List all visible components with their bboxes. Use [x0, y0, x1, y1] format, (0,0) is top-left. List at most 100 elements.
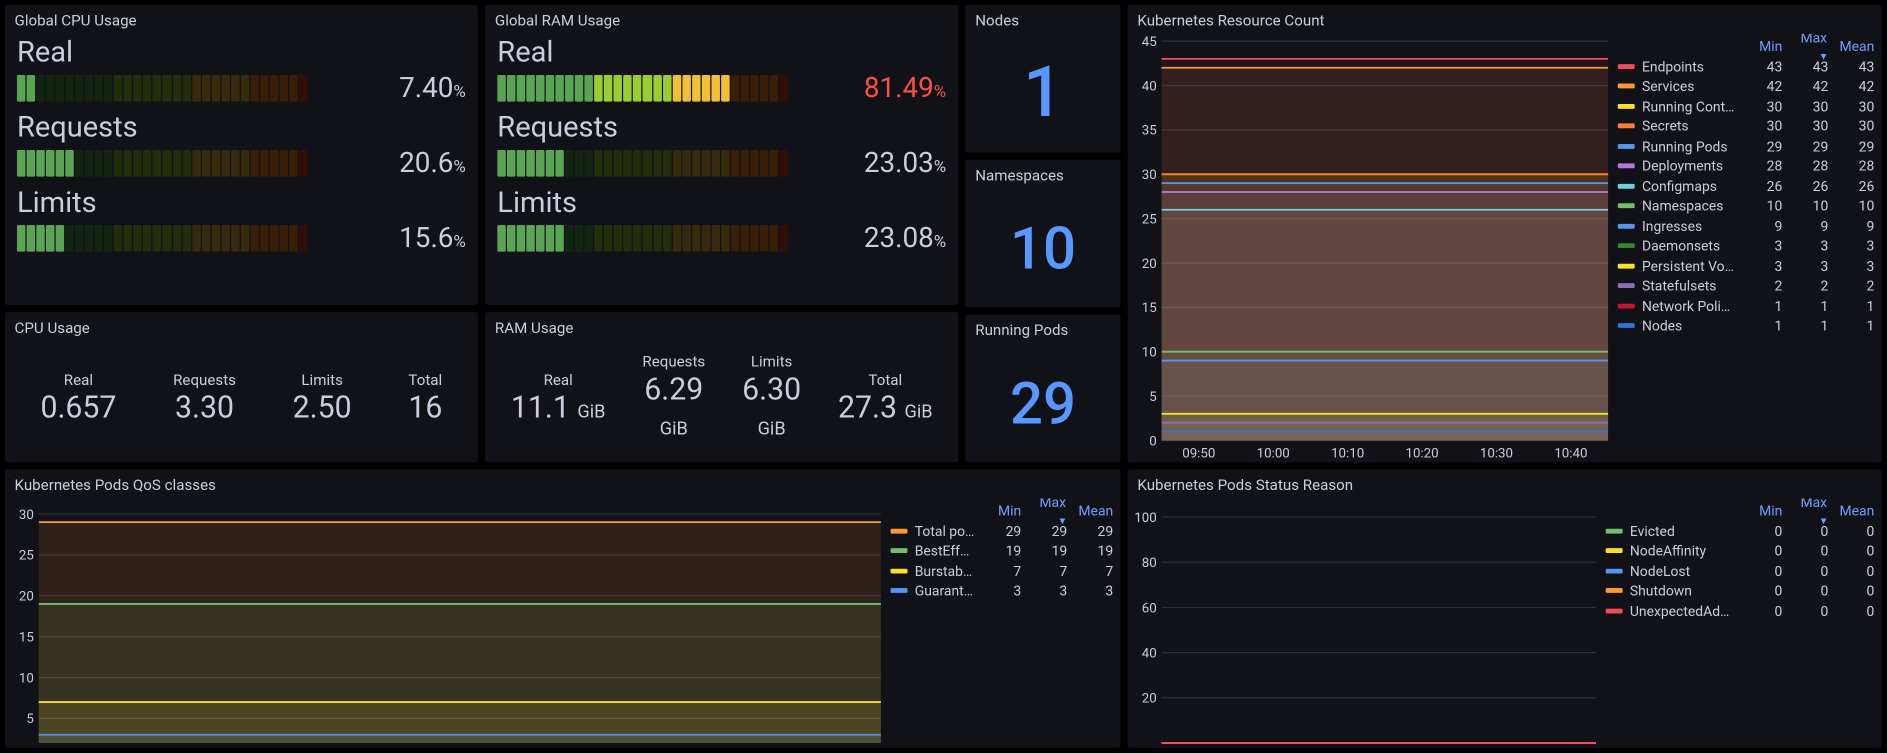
- legend-row[interactable]: Deployments282828: [1618, 156, 1875, 176]
- legend-row[interactable]: Ingresses999: [1618, 216, 1875, 236]
- svg-text:15: 15: [19, 630, 34, 645]
- legend-row[interactable]: Endpoints434343: [1618, 56, 1875, 76]
- panel-title: Nodes: [966, 5, 1121, 34]
- legend-header-cell[interactable]: Mean: [1074, 502, 1113, 519]
- legend-row[interactable]: Guaranteed pods333: [891, 581, 1114, 601]
- legend-row[interactable]: Running Containers303030: [1618, 96, 1875, 116]
- legend-value: 19: [1074, 542, 1113, 559]
- legend-row[interactable]: Namespaces101010: [1618, 196, 1875, 216]
- legend-value: 42: [1790, 78, 1829, 95]
- stat-value: 16: [408, 390, 442, 425]
- dashboard-grid: Global CPU Usage Real7.40%Requests20.6%L…: [0, 0, 1886, 753]
- legend-value: 0: [1744, 582, 1783, 599]
- legend-value: 9: [1836, 217, 1875, 234]
- panel-title: CPU Usage: [5, 312, 478, 341]
- legend-row[interactable]: Burstable pods777: [891, 561, 1114, 581]
- legend-name: Guaranteed pods: [915, 582, 976, 599]
- legend-row[interactable]: NodeAffinity000: [1606, 541, 1875, 561]
- legend-marker: [1618, 303, 1635, 308]
- legend-row[interactable]: Running Pods292929: [1618, 136, 1875, 156]
- legend-row[interactable]: Secrets303030: [1618, 116, 1875, 136]
- legend-row[interactable]: Shutdown000: [1606, 581, 1875, 601]
- stat-value: 27.3 GiB: [838, 390, 933, 425]
- legend-row[interactable]: Daemonsets333: [1618, 236, 1875, 256]
- svg-text:10:00: 10:00: [1257, 446, 1290, 461]
- legend-name: NodeLost: [1630, 562, 1736, 579]
- gauge-bar: [497, 74, 787, 101]
- legend-value: 26: [1744, 178, 1783, 195]
- legend-value: 26: [1836, 178, 1875, 195]
- svg-text:10: 10: [19, 671, 34, 686]
- panel-running-pods[interactable]: Running Pods 29: [966, 315, 1121, 463]
- svg-text:15: 15: [1142, 301, 1157, 316]
- legend-value: 29: [1836, 138, 1875, 155]
- legend-name: Statefulsets: [1642, 277, 1736, 294]
- panel-status-reason[interactable]: Kubernetes Pods Status Reason 2040608010…: [1128, 469, 1882, 747]
- legend-row[interactable]: Statefulsets222: [1618, 276, 1875, 296]
- legend-value: 1: [1790, 297, 1829, 314]
- stat: Real0.657: [40, 371, 116, 425]
- stat-value: 11.1 GiB: [511, 390, 606, 425]
- panel-cpu-usage[interactable]: CPU Usage Real0.657Requests3.30Limits2.5…: [5, 312, 478, 462]
- panel-resource-count[interactable]: Kubernetes Resource Count 05101520253035…: [1128, 5, 1882, 462]
- legend-marker: [1618, 104, 1635, 109]
- gauge: Requests23.03%: [485, 110, 958, 184]
- legend-value: 3: [1744, 237, 1783, 254]
- stat-group: Real11.1 GiBRequests6.29GiBLimits6.30GiB…: [485, 341, 958, 462]
- legend-row[interactable]: Nodes111: [1618, 316, 1875, 336]
- legend-marker: [891, 528, 908, 533]
- legend-row[interactable]: BestEffort pods191919: [891, 541, 1114, 561]
- panel-qos[interactable]: Kubernetes Pods QoS classes 51015202530 …: [5, 469, 1121, 747]
- legend-header-cell[interactable]: Min: [1744, 38, 1783, 55]
- panel-global-cpu[interactable]: Global CPU Usage Real7.40%Requests20.6%L…: [5, 5, 478, 305]
- panel-nodes[interactable]: Nodes 1: [966, 5, 1121, 153]
- panel-title: Global RAM Usage: [485, 5, 958, 34]
- legend-name: Running Pods: [1642, 138, 1736, 155]
- legend-marker: [1618, 184, 1635, 189]
- legend-marker: [1606, 548, 1623, 553]
- legend-name: Secrets: [1642, 118, 1736, 135]
- gauge-value: 23.03%: [795, 146, 946, 179]
- legend-value: 1: [1744, 297, 1783, 314]
- gauge-list: Real81.49%Requests23.03%Limits23.08%: [485, 34, 958, 305]
- panel-ram-usage[interactable]: RAM Usage Real11.1 GiBRequests6.29GiBLim…: [485, 312, 958, 462]
- legend-value: 1: [1836, 297, 1875, 314]
- legend-row[interactable]: Network Policies111: [1618, 296, 1875, 316]
- legend-value: 0: [1744, 602, 1783, 619]
- chart-area[interactable]: 05101520253035404509:5010:0010:1010:2010…: [1128, 34, 1613, 462]
- legend-header-cell[interactable]: Mean: [1836, 502, 1875, 519]
- legend-row[interactable]: Evicted000: [1606, 521, 1875, 541]
- panel-namespaces[interactable]: Namespaces 10: [966, 160, 1121, 308]
- legend-row[interactable]: Configmaps262626: [1618, 176, 1875, 196]
- svg-text:45: 45: [1142, 35, 1157, 50]
- legend-row[interactable]: Persistent Volume Claims333: [1618, 256, 1875, 276]
- legend-row[interactable]: NodeLost000: [1606, 561, 1875, 581]
- svg-text:60: 60: [1142, 601, 1157, 616]
- legend-header-cell[interactable]: Min: [1744, 502, 1783, 519]
- legend-value: 7: [1074, 562, 1113, 579]
- svg-text:10: 10: [1142, 346, 1157, 361]
- panel-global-ram[interactable]: Global RAM Usage Real81.49%Requests23.03…: [485, 5, 958, 305]
- legend-value: 0: [1836, 582, 1875, 599]
- legend: MinMax ▼MeanTotal pods292929BestEffort p…: [886, 499, 1121, 748]
- gauge-list: Real7.40%Requests20.6%Limits15.6%: [5, 34, 478, 305]
- chart-area[interactable]: 51015202530: [5, 499, 886, 748]
- legend-value: 2: [1790, 277, 1829, 294]
- legend-header-cell[interactable]: Min: [983, 502, 1022, 519]
- legend-value: 19: [983, 542, 1022, 559]
- gauge-label: Requests: [17, 110, 466, 144]
- legend-name: Ingresses: [1642, 217, 1736, 234]
- legend-row[interactable]: Services424242: [1618, 76, 1875, 96]
- legend-value: 1: [1790, 317, 1829, 334]
- legend-value: 3: [1744, 257, 1783, 274]
- legend-value: 43: [1744, 58, 1783, 75]
- stat-value: 6.30GiB: [742, 373, 801, 443]
- legend-value: 0: [1836, 602, 1875, 619]
- legend-header-cell[interactable]: Mean: [1836, 38, 1875, 55]
- chart-area[interactable]: 20406080100: [1128, 499, 1601, 748]
- legend-row[interactable]: UnexpectedAdmissionError000: [1606, 601, 1875, 621]
- legend-marker: [1618, 224, 1635, 229]
- legend-value: 29: [1790, 138, 1829, 155]
- legend-row[interactable]: Total pods292929: [891, 521, 1114, 541]
- legend-value: 30: [1744, 118, 1783, 135]
